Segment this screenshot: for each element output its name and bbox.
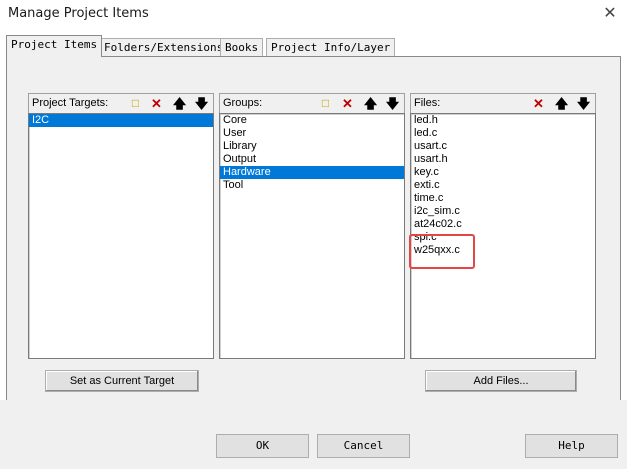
move-file-down-icon[interactable]: 🡇 xyxy=(575,95,592,112)
list-item-file[interactable]: led.c xyxy=(411,127,595,140)
tab-project-items[interactable]: Project Items xyxy=(6,35,103,57)
list-item-group[interactable]: Hardware xyxy=(220,166,404,179)
new-group-icon[interactable]: □ xyxy=(317,95,334,112)
files-header: Files: ✕ 🡅 🡇 xyxy=(410,93,596,114)
targets-header: Project Targets: □ ✕ 🡅 🡇 xyxy=(28,93,214,114)
list-item-file[interactable]: key.c xyxy=(411,166,595,179)
new-target-icon[interactable]: □ xyxy=(127,95,144,112)
delete-file-icon[interactable]: ✕ xyxy=(530,95,547,112)
list-item-group[interactable]: Output xyxy=(220,153,404,166)
groups-label: Groups: xyxy=(223,97,263,109)
set-current-target-button[interactable]: Set as Current Target xyxy=(45,370,199,392)
close-icon[interactable]: ✕ xyxy=(598,3,622,25)
tab-folders-extensions[interactable]: Folders/Extensions xyxy=(99,38,229,56)
files-label: Files: xyxy=(414,97,441,109)
list-item-group[interactable]: Library xyxy=(220,140,404,153)
list-item-file[interactable]: usart.c xyxy=(411,140,595,153)
title-bar: Manage Project Items ✕ xyxy=(0,0,627,30)
list-item-file[interactable]: usart.h xyxy=(411,153,595,166)
project-items-page: Project Targets: □ ✕ 🡅 🡇 I2C Groups: □ ✕… xyxy=(6,56,621,401)
delete-group-icon[interactable]: ✕ xyxy=(339,95,356,112)
move-target-down-icon[interactable]: 🡇 xyxy=(193,95,210,112)
add-files-button[interactable]: Add Files... xyxy=(425,370,577,392)
groups-list[interactable]: Core User Library Output Hardware Tool xyxy=(219,113,405,359)
ok-button[interactable]: OK xyxy=(216,434,309,458)
list-item-file[interactable]: led.h xyxy=(411,114,595,127)
targets-label: Project Targets: xyxy=(32,97,109,109)
cancel-button[interactable]: Cancel xyxy=(317,434,410,458)
list-item-file[interactable]: at24c02.c xyxy=(411,218,595,231)
list-item-file[interactable]: time.c xyxy=(411,192,595,205)
delete-target-icon[interactable]: ✕ xyxy=(148,95,165,112)
list-item-target[interactable]: I2C xyxy=(29,114,213,127)
move-group-down-icon[interactable]: 🡇 xyxy=(384,95,401,112)
help-button[interactable]: Help xyxy=(525,434,618,458)
list-item-file[interactable]: exti.c xyxy=(411,179,595,192)
move-group-up-icon[interactable]: 🡅 xyxy=(362,95,379,112)
tab-books[interactable]: Books xyxy=(220,38,264,56)
list-item-group[interactable]: Core xyxy=(220,114,404,127)
move-file-up-icon[interactable]: 🡅 xyxy=(553,95,570,112)
window-title: Manage Project Items xyxy=(8,6,149,21)
tab-project-info-layer[interactable]: Project Info/Layer xyxy=(266,38,396,56)
list-item-group[interactable]: Tool xyxy=(220,179,404,192)
move-target-up-icon[interactable]: 🡅 xyxy=(171,95,188,112)
dialog-footer: OK Cancel Help xyxy=(0,400,627,469)
groups-header: Groups: □ ✕ 🡅 🡇 xyxy=(219,93,405,114)
targets-list[interactable]: I2C xyxy=(28,113,214,359)
list-item-group[interactable]: User xyxy=(220,127,404,140)
highlight-box xyxy=(409,234,475,269)
list-item-file[interactable]: i2c_sim.c xyxy=(411,205,595,218)
tab-bar: Project Items Folders/Extensions Books P… xyxy=(6,35,621,57)
